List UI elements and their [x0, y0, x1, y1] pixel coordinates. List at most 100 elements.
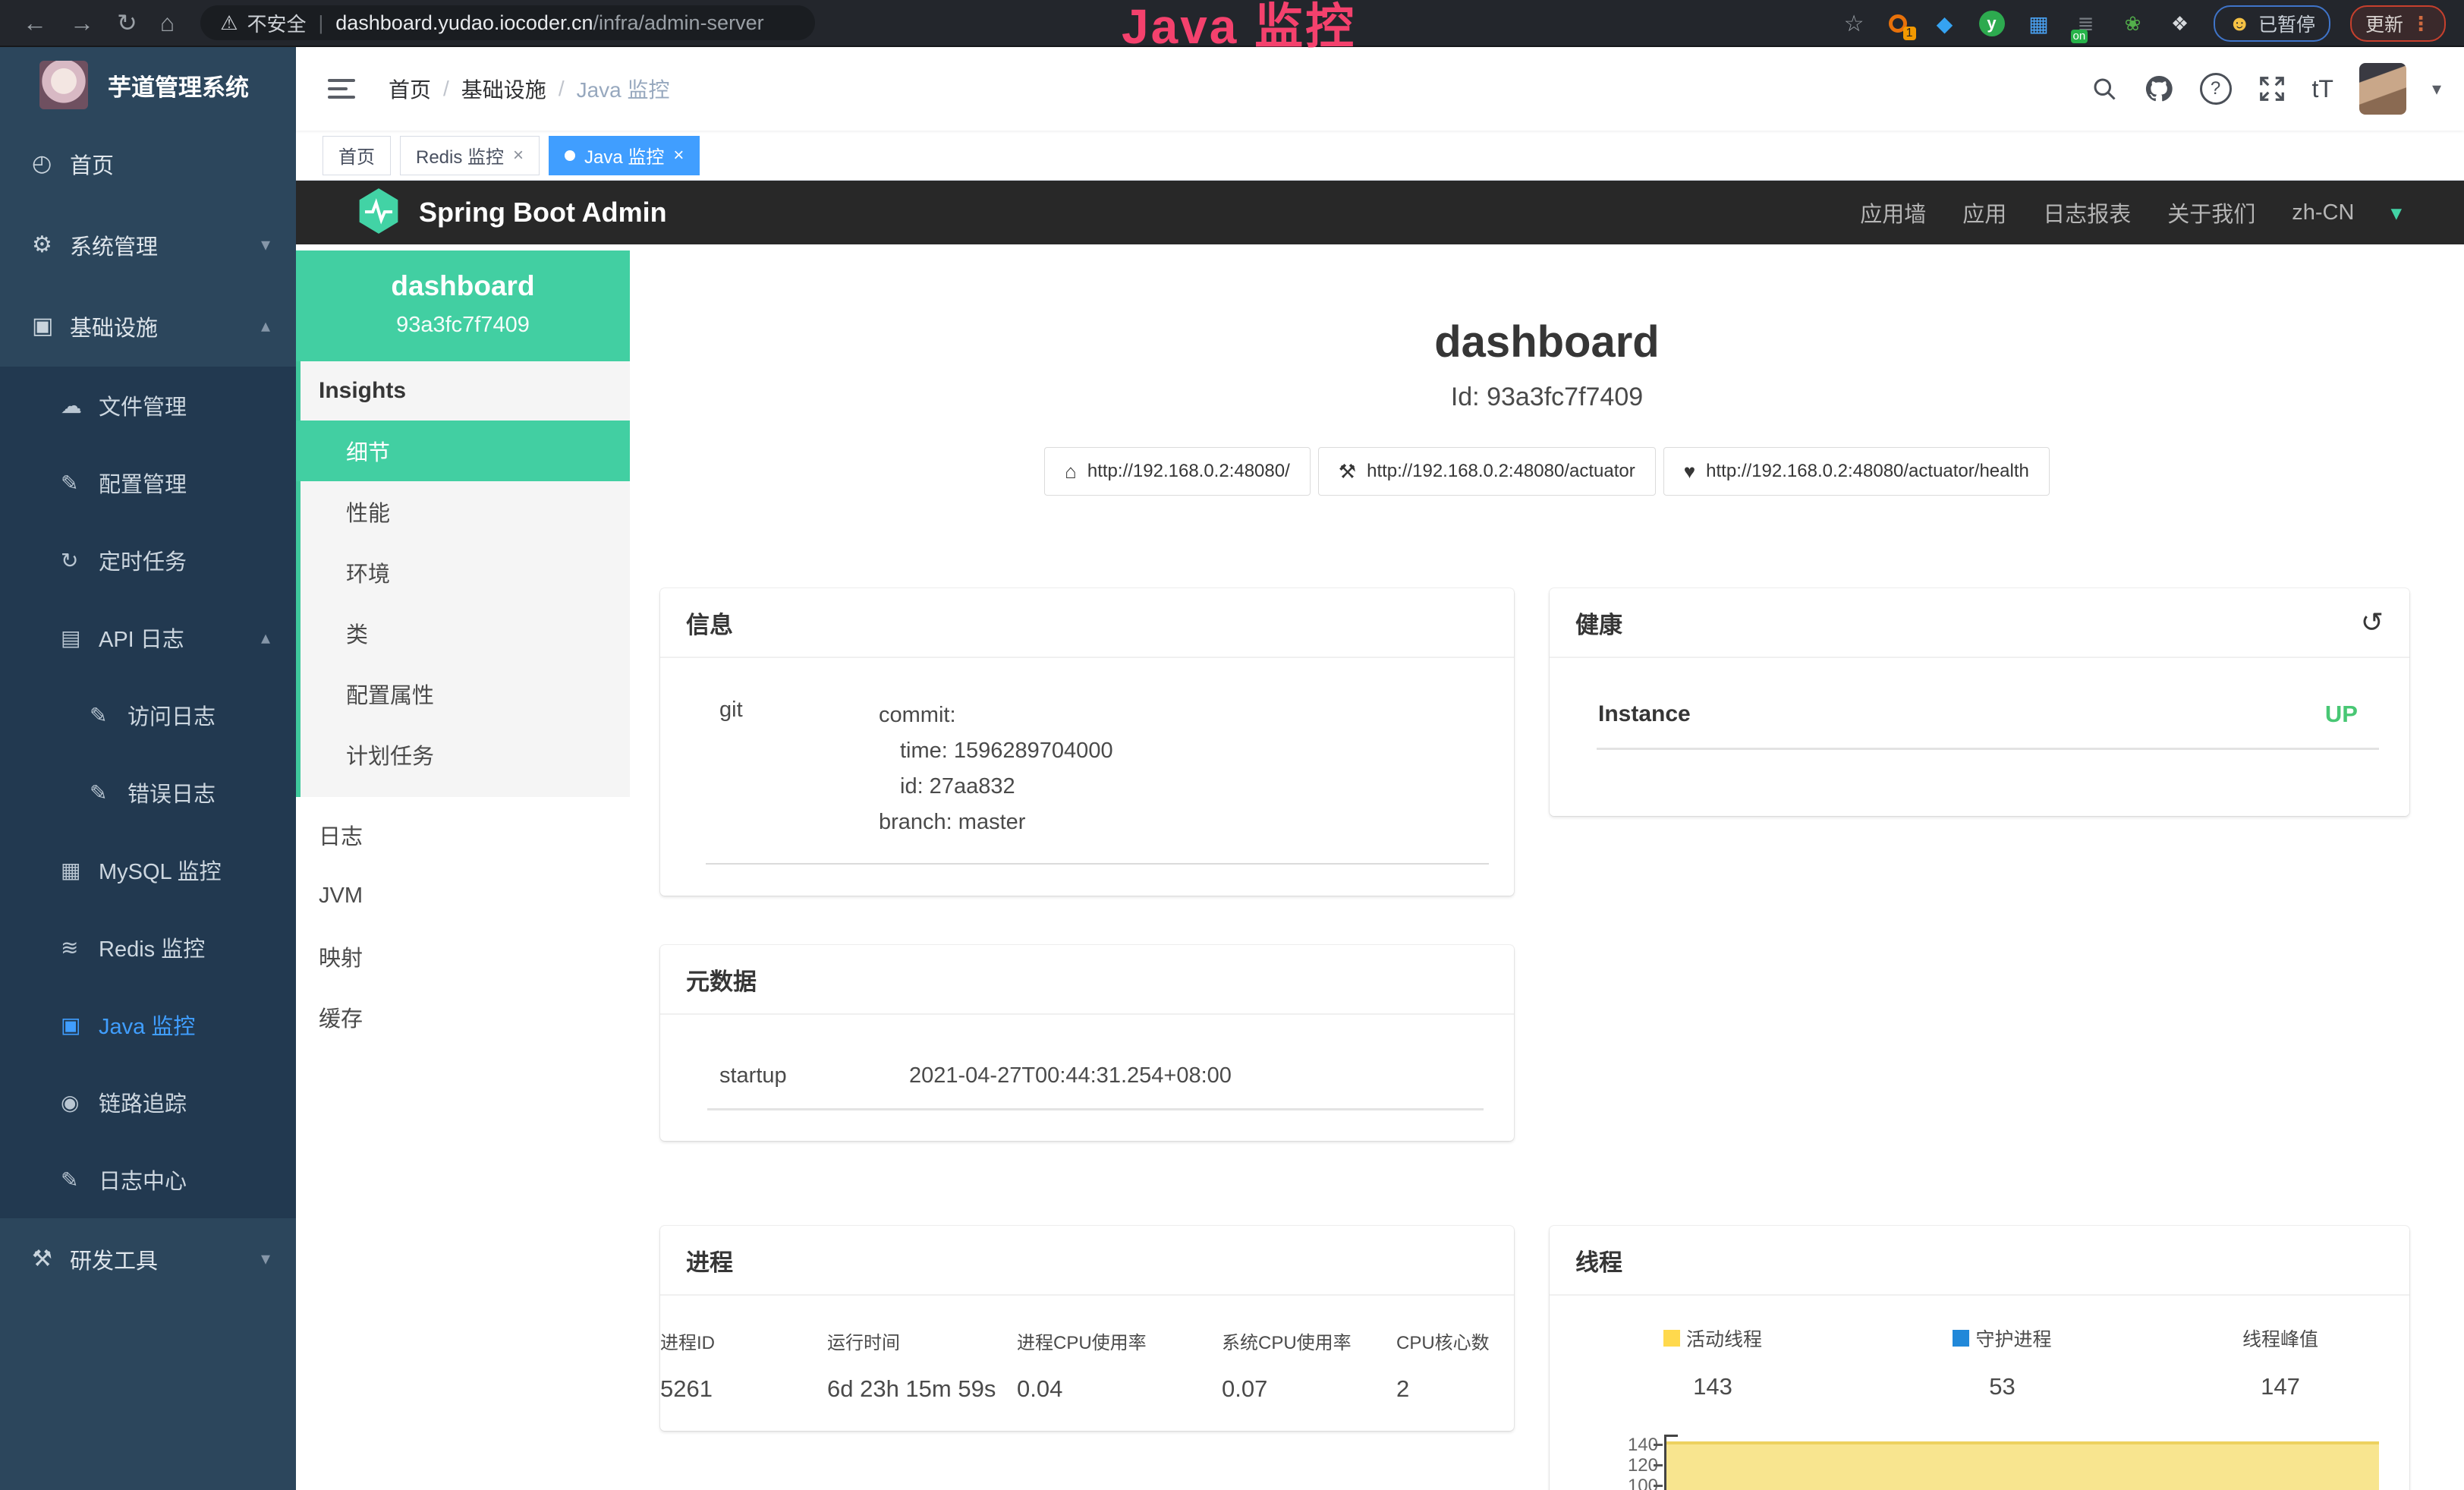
- monitor-icon: ▣: [32, 313, 70, 339]
- git-branch-line: branch: master: [879, 805, 1113, 840]
- menu-item-jvm[interactable]: JVM: [296, 865, 630, 926]
- history-icon[interactable]: ↺: [2361, 606, 2384, 638]
- eye-icon: ◉: [61, 1090, 99, 1115]
- app-logo-row[interactable]: 芋道管理系统: [0, 47, 296, 123]
- tab-java-monitor[interactable]: Java 监控 ×: [549, 136, 700, 175]
- sidebar-item-file-mgmt[interactable]: ☁ 文件管理: [0, 367, 296, 444]
- sidebar-item-infrastructure[interactable]: ▣ 基础设施 ▴: [0, 285, 296, 367]
- extension-pin-icon[interactable]: ◆: [1931, 10, 1959, 37]
- forward-icon[interactable]: →: [70, 1, 94, 45]
- menu-item-details[interactable]: 细节: [296, 421, 630, 481]
- threads-card: 线程 活动线程 143 守护进程 53 线程峰值 147: [1550, 1226, 2409, 1490]
- sba-logo-icon[interactable]: [357, 187, 401, 238]
- help-icon[interactable]: ?: [2200, 73, 2232, 105]
- tab-label: Redis 监控: [416, 142, 504, 169]
- sba-nav-applications[interactable]: 应用: [1962, 197, 2006, 228]
- menu-item-logs[interactable]: 日志: [296, 805, 630, 865]
- sba-locale-select[interactable]: zh-CN: [2292, 200, 2354, 225]
- tab-redis-monitor[interactable]: Redis 监控 ×: [400, 136, 540, 175]
- update-button[interactable]: 更新⋮: [2350, 5, 2446, 42]
- value-pid: 5261: [660, 1375, 827, 1403]
- menu-item-environment[interactable]: 环境: [301, 542, 630, 603]
- github-icon[interactable]: [2144, 74, 2174, 104]
- bookmark-star-icon[interactable]: ☆: [1844, 11, 1865, 37]
- sidebar-item-java-monitor[interactable]: ▣ Java 监控: [0, 986, 296, 1063]
- hamburger-icon[interactable]: [328, 79, 355, 99]
- extension-y-icon[interactable]: y: [1978, 10, 2006, 37]
- sidebar-item-error-log[interactable]: ✎ 错误日志: [0, 754, 296, 831]
- legend-blue-swatch-icon: [1953, 1330, 1969, 1347]
- legend-label: 守护进程: [1975, 1325, 2051, 1352]
- font-size-icon[interactable]: tT: [2312, 75, 2333, 103]
- chevron-up-icon: ▴: [261, 315, 270, 337]
- menu-item-scheduled-tasks[interactable]: 计划任务: [301, 724, 630, 785]
- app-logo-image: [39, 61, 88, 109]
- sidebar-item-home[interactable]: ◴ 首页: [0, 123, 296, 204]
- extension-leaf-icon[interactable]: ❀: [2119, 10, 2147, 37]
- locale-caret-icon[interactable]: ▾: [2390, 200, 2402, 226]
- sidebar-item-api-log[interactable]: ▤ API 日志 ▴: [0, 599, 296, 676]
- tag-tab-bar: 首页 Redis 监控 × Java 监控 ×: [296, 131, 2464, 181]
- menu-item-caches[interactable]: 缓存: [296, 987, 630, 1047]
- sidebar-item-mysql-monitor[interactable]: ▦ MySQL 监控: [0, 831, 296, 909]
- fullscreen-icon[interactable]: [2258, 74, 2286, 103]
- annotation-java-monitor: Java 监控: [1122, 0, 1356, 58]
- legend-live-threads: 活动线程 143: [1663, 1325, 1762, 1400]
- breadcrumb-infrastructure[interactable]: 基础设施: [461, 74, 546, 104]
- sidebar-item-label: 访问日志: [127, 699, 216, 731]
- legend-label: 线程峰值: [2242, 1325, 2318, 1352]
- extension-switch-icon[interactable]: ≣on: [2072, 10, 2100, 37]
- sidebar-item-redis-monitor[interactable]: ≋ Redis 监控: [0, 909, 296, 986]
- url-divider: |: [318, 11, 323, 35]
- sba-nav-journal[interactable]: 日志报表: [2043, 197, 2131, 228]
- extension-icon[interactable]: 1: [1884, 10, 1912, 37]
- reload-icon[interactable]: ↻: [117, 1, 137, 45]
- menu-item-mappings[interactable]: 映射: [296, 926, 630, 987]
- menu-item-metrics[interactable]: 性能: [301, 481, 630, 542]
- sba-nav-wallboard[interactable]: 应用墙: [1860, 197, 1926, 228]
- app-header: 首页 / 基础设施 / Java 监控 ? tT ▾: [296, 47, 2464, 131]
- live-threads-area-series: [1666, 1441, 2379, 1490]
- sidebar-item-system-mgmt[interactable]: ⚙ 系统管理 ▾: [0, 204, 296, 285]
- instance-name: dashboard: [296, 250, 630, 302]
- axis-tick: [1654, 1444, 1663, 1446]
- sidebar-item-config-mgmt[interactable]: ✎ 配置管理: [0, 444, 296, 521]
- extension-grid-icon[interactable]: ▦: [2025, 10, 2053, 37]
- close-icon[interactable]: ×: [513, 145, 524, 166]
- paused-badge[interactable]: ☻已暂停: [2214, 5, 2330, 42]
- url-domain: dashboard.yudao.iocoder.cn: [335, 11, 593, 35]
- extensions-puzzle-icon[interactable]: ❖: [2167, 10, 2194, 37]
- browser-menu-icon[interactable]: ⋮: [2411, 12, 2431, 36]
- actuator-url-button[interactable]: ⚒ http://192.168.0.2:48080/actuator: [1318, 447, 1656, 496]
- menu-item-classes[interactable]: 类: [301, 603, 630, 663]
- not-secure-label: 不安全: [247, 9, 306, 37]
- page-instance-id: Id: 93a3fc7f7409: [630, 383, 2464, 412]
- service-url-button[interactable]: ⌂ http://192.168.0.2:48080/: [1044, 447, 1311, 496]
- sidebar-item-tracing[interactable]: ◉ 链路追踪: [0, 1063, 296, 1141]
- avatar-caret-icon[interactable]: ▾: [2432, 78, 2441, 100]
- menu-item-config-props[interactable]: 配置属性: [301, 663, 630, 724]
- address-bar[interactable]: ⚠ 不安全 | dashboard.yudao.iocoder.cn /infr…: [200, 5, 815, 40]
- health-url-button[interactable]: ♥ http://192.168.0.2:48080/actuator/heal…: [1663, 447, 2050, 496]
- daemon-threads-value: 53: [1989, 1373, 2015, 1400]
- sba-brand-title[interactable]: Spring Boot Admin: [419, 197, 667, 228]
- breadcrumb-home[interactable]: 首页: [389, 74, 431, 104]
- peak-threads-value: 147: [2261, 1373, 2300, 1400]
- avatar[interactable]: [2359, 63, 2406, 115]
- back-icon[interactable]: ←: [23, 1, 47, 45]
- sidebar-item-label: Java 监控: [99, 1009, 195, 1041]
- sidebar-item-log-center[interactable]: ✎ 日志中心: [0, 1141, 296, 1218]
- sba-nav-about[interactable]: 关于我们: [2167, 197, 2255, 228]
- page-title: dashboard: [630, 317, 2464, 367]
- threads-area-chart: 140 120 100: [1550, 1433, 2409, 1490]
- sidebar-item-dev-tools[interactable]: ⚒ 研发工具 ▾: [0, 1218, 296, 1299]
- sidebar-item-scheduled-jobs[interactable]: ↻ 定时任务: [0, 521, 296, 599]
- tab-home[interactable]: 首页: [323, 136, 391, 175]
- dashboard-icon: ◴: [32, 150, 70, 177]
- row-divider: [707, 1108, 1484, 1110]
- close-icon[interactable]: ×: [673, 145, 684, 166]
- search-icon[interactable]: [2091, 75, 2118, 102]
- heartbeat-icon: ♥: [1684, 460, 1695, 484]
- sidebar-item-access-log[interactable]: ✎ 访问日志: [0, 676, 296, 754]
- browser-home-icon[interactable]: ⌂: [160, 1, 175, 45]
